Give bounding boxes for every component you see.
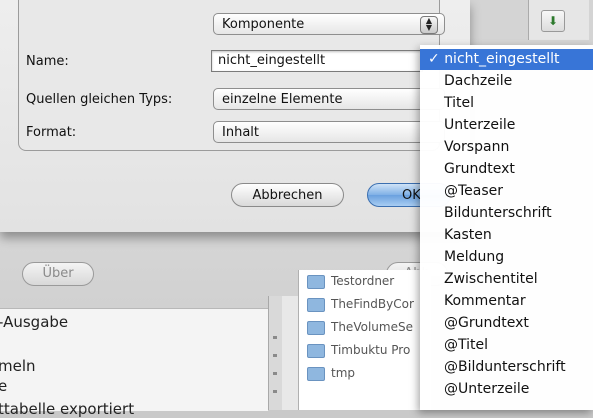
menu-item[interactable]: @Unterzeile xyxy=(420,379,593,400)
component-dialog-sheet: Komponente ▲ ▼ Name: nicht_eingestellt Qu… xyxy=(0,0,470,232)
quellen-value: einzelne Elemente xyxy=(222,92,343,107)
name-field[interactable]: nicht_eingestellt xyxy=(211,50,423,72)
menu-item[interactable]: Bildunterschrift xyxy=(420,203,593,224)
background-list-line[interactable]: ttabelle exportiert xyxy=(0,400,134,418)
file-name: TheVolumeSe xyxy=(331,320,413,334)
komponente-value: Komponente xyxy=(222,17,305,32)
background-left-pane: -Ausgabe meln e ttabelle exportiert xyxy=(0,308,268,418)
menu-item[interactable]: Meldung xyxy=(420,247,593,268)
file-row[interactable]: TheFindByCor xyxy=(307,297,414,315)
background-list-line[interactable]: e xyxy=(0,377,7,395)
menu-item[interactable]: @Titel xyxy=(420,335,593,356)
format-value: Inhalt xyxy=(222,125,259,140)
menu-item[interactable]: @Teaser xyxy=(420,181,593,202)
menu-item[interactable]: Unterzeile xyxy=(420,115,593,136)
file-list: Testordner TheFindByCor TheVolumeSe Timb… xyxy=(298,270,431,410)
menu-item[interactable]: Dachzeile xyxy=(420,71,593,92)
file-name: TheFindByCor xyxy=(331,297,414,311)
down-arrow-icon[interactable]: ⬇ xyxy=(541,10,565,32)
menu-item[interactable]: Kommentar xyxy=(420,291,593,312)
komponente-popup[interactable]: Komponente ▲ ▼ xyxy=(213,13,445,35)
cancel-button[interactable]: Abbrechen xyxy=(231,183,344,207)
menu-item[interactable]: Titel xyxy=(420,93,593,114)
format-label: Format: xyxy=(26,125,77,140)
file-row[interactable]: Testordner xyxy=(307,274,394,292)
folder-icon xyxy=(307,366,325,381)
menu-item[interactable]: Zwischentitel xyxy=(420,269,593,290)
quellen-label: Quellen gleichen Typs: xyxy=(26,92,173,107)
quellen-popup[interactable]: einzelne Elemente xyxy=(213,88,445,110)
file-name: Timbuktu Pro xyxy=(331,343,411,357)
folder-icon xyxy=(307,274,325,289)
background-list-line[interactable]: -Ausgabe xyxy=(0,313,68,331)
menu-item[interactable]: Grundtext xyxy=(420,159,593,180)
menu-item[interactable]: Vorspann xyxy=(420,137,593,158)
folder-icon xyxy=(307,343,325,358)
menu-item[interactable]: @Grundtext xyxy=(420,313,593,334)
file-row[interactable]: tmp xyxy=(307,366,355,384)
menu-item[interactable]: @Bildunterschrift xyxy=(420,357,593,378)
background-list-line[interactable]: meln xyxy=(0,357,36,375)
file-row[interactable]: Timbuktu Pro xyxy=(307,343,410,361)
checkmark-icon: ✓ xyxy=(428,51,440,67)
file-name: tmp xyxy=(331,366,356,380)
menu-item-selected[interactable]: ✓ nicht_eingestellt xyxy=(420,49,593,70)
folder-icon xyxy=(307,297,325,312)
folder-icon xyxy=(307,320,325,335)
background-column-pane xyxy=(282,296,298,410)
file-row[interactable]: TheVolumeSe xyxy=(307,320,413,338)
ueber-button[interactable]: Über xyxy=(22,262,94,286)
menu-item-label: nicht_eingestellt xyxy=(444,51,560,67)
component-type-menu: ✓ nicht_eingestellt Dachzeile Titel Unte… xyxy=(420,45,593,410)
up-down-arrows-icon: ▲ ▼ xyxy=(420,16,438,34)
file-name: Testordner xyxy=(331,274,395,288)
menu-item[interactable]: Kasten xyxy=(420,225,593,246)
format-popup[interactable]: Inhalt xyxy=(213,121,445,143)
name-label: Name: xyxy=(26,54,69,69)
